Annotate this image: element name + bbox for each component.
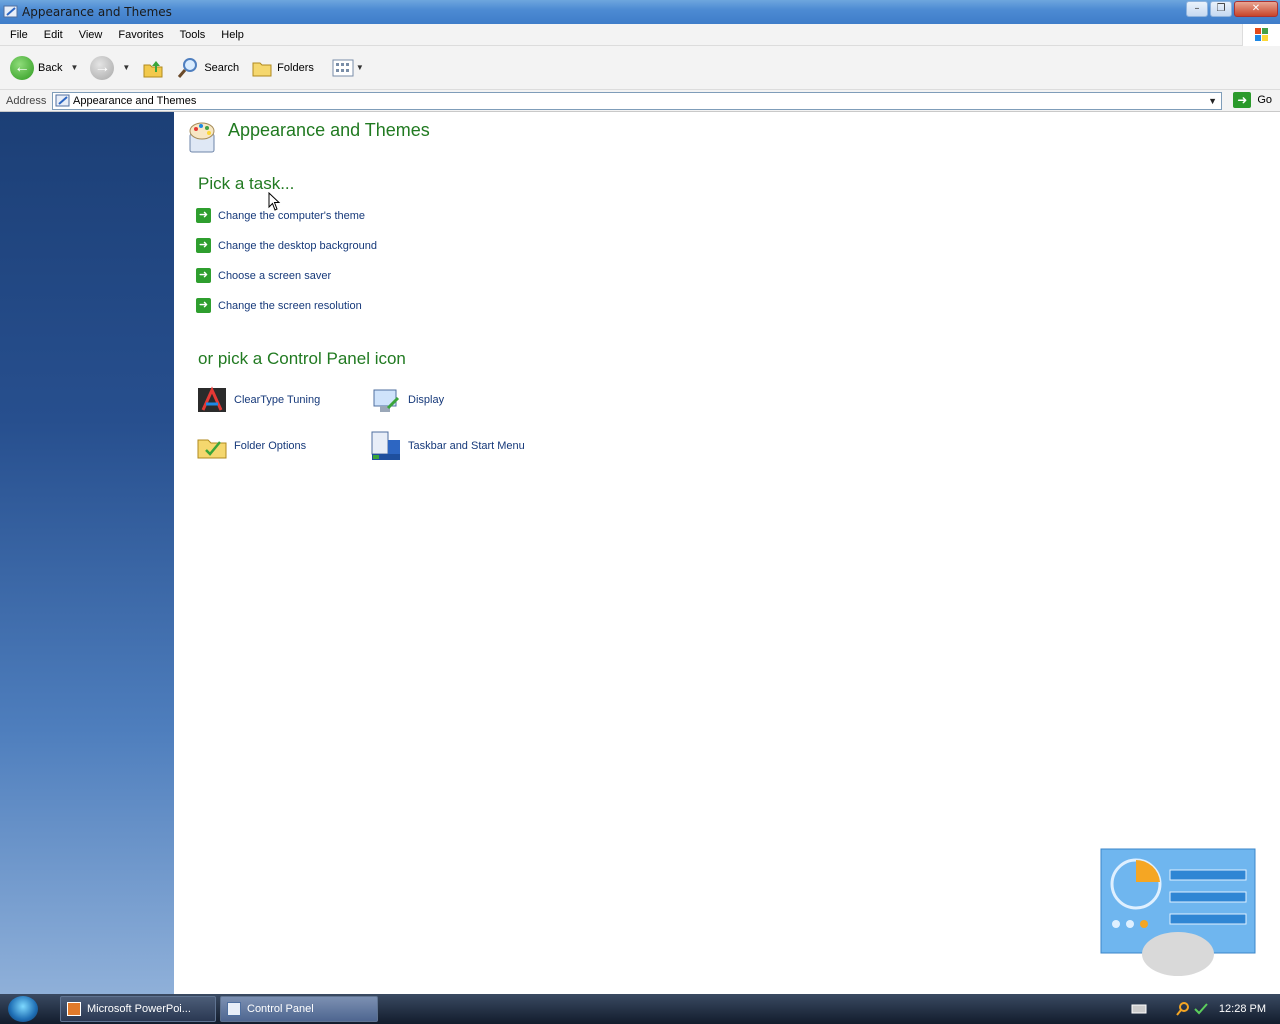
address-dropdown-icon[interactable]: ▼ — [1208, 96, 1217, 106]
display-label: Display — [408, 394, 445, 406]
mouse-cursor-icon — [268, 192, 281, 211]
appearance-themes-icon — [189, 122, 215, 153]
folders-button[interactable]: Folders — [251, 50, 314, 86]
forward-dropdown-icon[interactable]: ▼ — [122, 63, 130, 72]
window-title: Appearance and Themes — [22, 5, 172, 19]
folder-options-item[interactable]: Folder Options — [196, 430, 306, 462]
back-button[interactable]: ← Back ▼ — [0, 50, 78, 86]
windows-logo-icon — [1242, 24, 1280, 46]
taskbar-start-menu-label: Taskbar and Start Menu — [408, 440, 525, 452]
task-pane-sidebar — [0, 112, 174, 994]
go-label: Go — [1257, 94, 1272, 106]
keyboard-icon[interactable] — [1131, 1003, 1147, 1015]
control-panel-icon — [3, 5, 18, 18]
task-link-desktop-background[interactable]: ➜ Change the desktop background — [196, 238, 377, 253]
pick-task-heading: Pick a task... — [198, 174, 295, 193]
start-button[interactable] — [8, 996, 38, 1022]
display-item[interactable]: Display — [370, 384, 444, 416]
search-label: Search — [204, 61, 240, 74]
close-button[interactable]: ✕ — [1234, 1, 1278, 17]
taskbar-powerpoint-button[interactable]: Microsoft PowerPoi... — [60, 996, 216, 1022]
folder-options-label: Folder Options — [234, 440, 307, 452]
menu-file[interactable]: File — [0, 29, 36, 41]
folder-options-icon — [197, 439, 227, 459]
up-folder-icon — [143, 60, 163, 77]
powerpoint-icon — [67, 1002, 81, 1016]
up-folder-button[interactable] — [142, 50, 164, 86]
task-label: Change the computer's theme — [218, 209, 366, 222]
minimize-button[interactable]: – — [1186, 1, 1208, 17]
views-button[interactable]: ▼ — [332, 50, 364, 86]
views-icon — [332, 59, 354, 76]
task-link-screen-saver[interactable]: ➜ Choose a screen saver — [196, 268, 331, 283]
back-dropdown-icon[interactable]: ▼ — [70, 63, 78, 72]
taskbar: Microsoft PowerPoi... Control Panel 12:2… — [0, 994, 1280, 1024]
address-bar: Address Appearance and Themes ▼ ➜ Go — [0, 90, 1280, 112]
search-icon — [178, 57, 198, 78]
taskbar-start-menu-item[interactable]: Taskbar and Start Menu — [370, 430, 525, 462]
search-button[interactable]: Search — [176, 50, 239, 86]
menu-tools[interactable]: Tools — [172, 29, 214, 41]
forward-button[interactable]: → ▼ — [90, 50, 130, 86]
task-label: Choose a screen saver — [218, 269, 332, 282]
system-tray: 12:28 PM — [1131, 994, 1280, 1024]
arrow-right-icon: ➜ — [196, 268, 211, 283]
folders-icon — [252, 62, 272, 76]
forward-arrow-icon: → — [90, 55, 115, 80]
cleartype-tuning-item[interactable]: ClearType Tuning — [196, 384, 320, 416]
control-panel-watermark-icon — [1100, 848, 1256, 976]
toolbar: ← Back ▼ → ▼ Search Folders ▼ — [0, 46, 1280, 90]
folders-label: Folders — [277, 61, 314, 74]
address-label: Address — [6, 94, 47, 107]
control-panel-icon — [55, 94, 70, 107]
task-link-screen-resolution[interactable]: ➜ Change the screen resolution — [196, 298, 362, 313]
pick-icon-heading: or pick a Control Panel icon — [198, 349, 406, 368]
display-icon — [373, 389, 400, 412]
back-label: Back — [38, 61, 63, 74]
page-title: Appearance and Themes — [228, 120, 430, 140]
network-icon[interactable] — [1193, 1001, 1209, 1017]
arrow-right-icon: ➜ — [196, 238, 211, 253]
go-arrow-icon: ➜ — [1233, 92, 1252, 108]
taskbar-start-menu-icon — [371, 431, 400, 460]
control-panel-icon — [227, 1002, 241, 1016]
task-label: Change the desktop background — [218, 239, 378, 252]
back-arrow-icon: ← — [10, 55, 34, 80]
cleartype-icon — [198, 386, 226, 412]
taskbar-button-label: Control Panel — [247, 1003, 314, 1015]
menu-bar: File Edit View Favorites Tools Help — [0, 24, 1280, 46]
task-label: Change the screen resolution — [218, 299, 362, 312]
restore-button[interactable]: ❐ — [1210, 1, 1232, 17]
menu-edit[interactable]: Edit — [36, 29, 71, 41]
views-dropdown-icon[interactable]: ▼ — [356, 63, 364, 72]
arrow-right-icon: ➜ — [196, 298, 211, 313]
clock[interactable]: 12:28 PM — [1219, 1003, 1266, 1015]
main-content: Appearance and Themes Pick a task... ➜ C… — [174, 112, 1280, 994]
address-value: Appearance and Themes — [73, 95, 197, 107]
taskbar-control-panel-button[interactable]: Control Panel — [220, 996, 378, 1022]
taskbar-button-label: Microsoft PowerPoi... — [87, 1003, 191, 1015]
title-bar: Appearance and Themes – ❐ ✕ — [0, 0, 1280, 24]
go-button[interactable]: ➜ Go — [1233, 92, 1272, 108]
address-input[interactable]: Appearance and Themes ▼ — [52, 92, 1222, 110]
menu-view[interactable]: View — [71, 29, 111, 41]
arrow-right-icon: ➜ — [196, 208, 211, 223]
menu-help[interactable]: Help — [213, 29, 252, 41]
search-tray-icon[interactable] — [1175, 1001, 1191, 1017]
cleartype-label: ClearType Tuning — [234, 394, 321, 406]
menu-favorites[interactable]: Favorites — [110, 29, 171, 41]
